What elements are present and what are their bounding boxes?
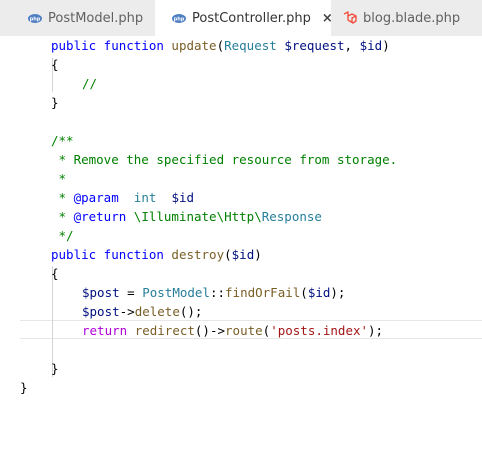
code-line: public function update(Request $request,… [51, 38, 390, 53]
code-line: } [20, 380, 28, 395]
code-line: $post = PostModel::findOrFail($id); [82, 285, 346, 300]
code-line: * @param int $id [51, 190, 195, 205]
tab-label: PostModel.php [48, 10, 144, 26]
tab-postmodel[interactable]: php PostModel.php [0, 0, 155, 36]
code-line: { [51, 266, 59, 281]
code-line: * [51, 171, 67, 186]
tab-label: blog.blade.php [363, 10, 461, 26]
svg-text:php: php [174, 16, 185, 22]
code-line: public function destroy($id) [51, 247, 262, 262]
code-line: /** [51, 133, 74, 148]
code-line: // [82, 76, 98, 91]
php-icon: php [172, 13, 186, 23]
code-editor[interactable]: public function update(Request $request,… [0, 36, 482, 460]
tab-blog-blade[interactable]: blog.blade.php [331, 0, 482, 36]
tab-label: PostController.php [192, 10, 311, 26]
code-line: * @return \Illuminate\Http\Response [51, 209, 322, 224]
code-line: return redirect()->route('posts.index'); [82, 323, 384, 338]
code-line: } [51, 95, 59, 110]
tab-postcontroller[interactable]: php PostController.php × [155, 0, 333, 36]
svg-text:php: php [30, 16, 41, 22]
code-line: * Remove the specified resource from sto… [51, 152, 398, 167]
code-line: } [51, 361, 59, 376]
code-line: */ [51, 228, 74, 243]
php-icon: php [28, 13, 42, 23]
laravel-icon [343, 11, 357, 25]
editor-tab-bar: php PostModel.php php PostController.php… [0, 0, 482, 36]
code-line: { [51, 57, 59, 72]
code-line: $post->delete(); [82, 304, 203, 319]
